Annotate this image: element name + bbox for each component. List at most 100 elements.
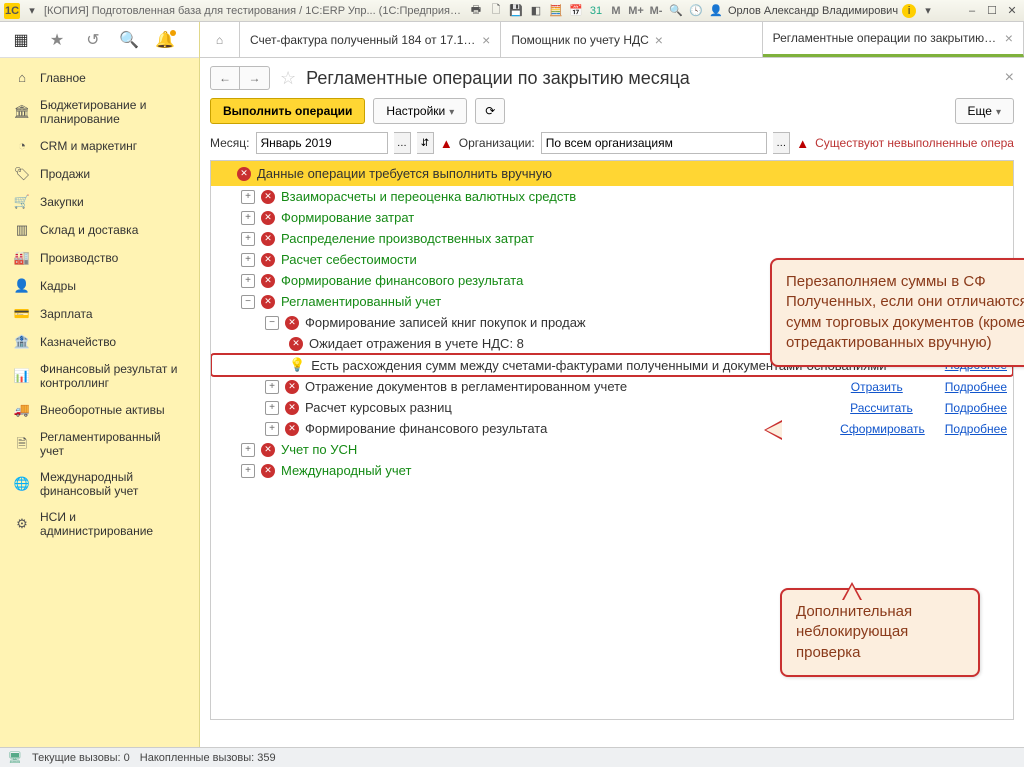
sidebar-item-sales[interactable]: 🏷Продажи [0,160,199,188]
factory-icon: 🏭 [14,250,30,266]
gear-icon: ⚙ [14,516,30,532]
expand-icon[interactable]: + [241,274,255,288]
tree-item[interactable]: +✕Учет по УСН [211,439,1013,460]
sidebar-item-main[interactable]: ⌂Главное [0,64,199,92]
link-calculate[interactable]: Рассчитать [850,401,913,415]
info-dd-icon[interactable]: ▾ [920,3,936,19]
m-minus-icon[interactable]: M- [648,3,664,19]
close-window-icon[interactable]: ✕ [1004,3,1020,19]
sidebar-item-ifrs[interactable]: 🌐Международный финансовый учет [0,464,199,504]
sidebar-item-hr[interactable]: 👤Кадры [0,272,199,300]
link-details[interactable]: Подробнее [945,401,1007,415]
home-tab[interactable]: ⌂ [200,22,240,57]
link-details[interactable]: Подробнее [945,422,1007,436]
star-icon[interactable]: ★ [48,31,66,49]
org-field[interactable]: По всем организациям [541,132,768,154]
expand-icon[interactable]: + [265,380,279,394]
save-icon[interactable]: 💾 [508,3,524,19]
compare-icon[interactable]: ◧ [528,3,544,19]
error-icon: ✕ [285,316,299,330]
zoom-icon[interactable]: 🔍 [668,3,684,19]
sidebar-item-finresult[interactable]: 📊Финансовый результат и контроллинг [0,356,199,396]
expand-icon[interactable]: + [241,190,255,204]
tree-item[interactable]: +✕Распределение производственных затрат [211,228,1013,249]
history-icon[interactable]: 🕓 [688,3,704,19]
tree-item[interactable]: +✕Отражение документов в регламентирован… [211,376,1013,397]
server-icon: 🖥 [8,751,22,765]
window-title: [КОПИЯ] Подготовленная база для тестиров… [44,5,464,17]
tree-item[interactable]: +✕Расчет курсовых разницРассчитатьПодроб… [211,397,1013,418]
sidebar-item-assets[interactable]: 🚚Внеоборотные активы [0,396,199,424]
expand-icon[interactable]: + [241,253,255,267]
collapse-icon[interactable]: − [265,316,279,330]
date-icon[interactable]: 31 [588,3,604,19]
sidebar-item-budget[interactable]: 🏛Бюджетирование и планирование [0,92,199,132]
link-details[interactable]: Подробнее [945,380,1007,394]
error-icon: ✕ [289,337,303,351]
minimize-icon[interactable]: – [964,3,980,19]
org-label: Организации: [459,136,535,150]
calendar-icon[interactable]: 📅 [568,3,584,19]
close-icon[interactable]: × [482,32,490,48]
sidebar-item-purchases[interactable]: 🛒Закупки [0,188,199,216]
expand-icon[interactable]: + [241,443,255,457]
bell-icon[interactable]: 🔔 [156,31,174,49]
globe-icon: 🌐 [14,476,30,492]
nav-list: ⌂Главное 🏛Бюджетирование и планирование … [0,58,199,550]
history-nav-icon[interactable]: ↺ [84,31,102,49]
expand-icon[interactable]: + [241,232,255,246]
m-icon[interactable]: M [608,3,624,19]
sidebar-toolbar: ▦ ★ ↺ 🔍 🔔 [0,22,199,58]
expand-icon[interactable]: + [241,464,255,478]
calc-icon[interactable]: 🧮 [548,3,564,19]
favorite-icon[interactable]: ☆ [280,68,296,89]
month-field[interactable]: Январь 2019 [256,132,388,154]
sidebar-item-crm[interactable]: ◔CRM и маркетинг [0,132,199,160]
more-button[interactable]: Еще [955,98,1014,124]
sidebar-item-salary[interactable]: 💳Зарплата [0,300,199,328]
error-icon: ✕ [285,422,299,436]
refresh-button[interactable]: ⟳ [475,98,505,124]
search-icon[interactable]: 🔍 [120,31,138,49]
tab-month-close[interactable]: Регламентные операции по закрытию месяца… [763,22,1024,57]
tree-item[interactable]: +✕Международный учет [211,460,1013,481]
sidebar-item-production[interactable]: 🏭Производство [0,244,199,272]
tree-item[interactable]: +✕Формирование финансового результатаСфо… [211,418,1013,439]
dropdown-icon[interactable]: ▾ [24,3,40,19]
info-icon[interactable]: i [902,4,916,18]
sidebar-item-admin[interactable]: ⚙НСИ и администрирование [0,504,199,544]
settings-button[interactable]: Настройки [373,98,467,124]
print-icon[interactable]: 🖶 [468,3,484,19]
forward-button[interactable]: → [240,66,270,90]
tab-invoice[interactable]: Счет-фактура полученный 184 от 17.10.201… [240,22,501,57]
link-generate[interactable]: Сформировать [840,422,925,436]
error-icon: ✕ [261,232,275,246]
org-picker-button[interactable]: … [773,132,790,154]
sidebar-item-treasury[interactable]: 🏦Казначейство [0,328,199,356]
annotation-callout: Дополнительная неблокирующая проверка [780,588,980,677]
expand-icon[interactable]: + [265,422,279,436]
sidebar-item-warehouse[interactable]: ▥Склад и доставка [0,216,199,244]
month-picker-button[interactable]: … [394,132,411,154]
bank-icon: 🏦 [14,334,30,350]
annotation-callout: Перезаполняем суммы в СФ Полученных, есл… [770,258,1024,367]
maximize-icon[interactable]: ☐ [984,3,1000,19]
link-reflect[interactable]: Отразить [851,380,903,394]
system-bar: 1C ▾ [КОПИЯ] Подготовленная база для тес… [0,0,1024,22]
expand-icon[interactable]: + [265,401,279,415]
preview-icon[interactable]: 🗋 [488,3,504,19]
month-stepper-button[interactable]: ⇵ [417,132,434,154]
close-icon[interactable]: × [1005,30,1013,46]
page-close-icon[interactable]: × [1005,69,1014,87]
sidebar-item-regaccount[interactable]: 🗎Регламентированный учет [0,424,199,464]
execute-button[interactable]: Выполнить операции [210,98,365,124]
tree-item[interactable]: +✕Формирование затрат [211,207,1013,228]
m-plus-icon[interactable]: M+ [628,3,644,19]
apps-icon[interactable]: ▦ [12,31,30,49]
back-button[interactable]: ← [210,66,240,90]
tab-vat-helper[interactable]: Помощник по учету НДС× [501,22,762,57]
collapse-icon[interactable]: − [241,295,255,309]
expand-icon[interactable]: + [241,211,255,225]
close-icon[interactable]: × [655,32,663,48]
tree-item[interactable]: +✕Взаиморасчеты и переоценка валютных ср… [211,186,1013,207]
